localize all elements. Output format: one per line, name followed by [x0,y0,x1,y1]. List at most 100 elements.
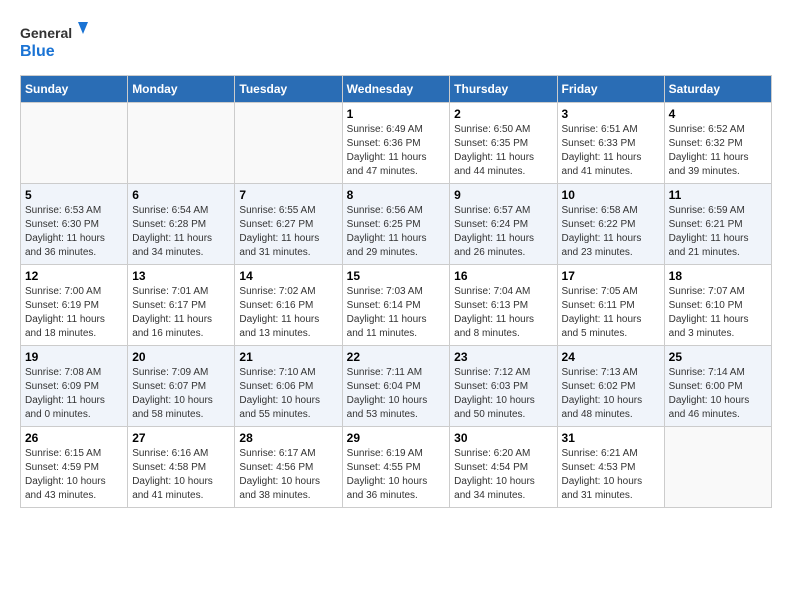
page-header: General Blue [20,20,772,65]
header-day: Thursday [450,76,557,103]
day-number: 25 [669,350,767,364]
calendar-cell: 6 Sunrise: 6:54 AM Sunset: 6:28 PM Daylig… [128,184,235,265]
day-info: Sunrise: 7:12 AM Sunset: 6:03 PM Dayligh… [454,366,552,422]
calendar-cell: 14Sunrise: 7:02 AM Sunset: 6:16 PM Dayli… [235,265,342,346]
day-info: Sunrise: 6:52 AM Sunset: 6:32 PM Dayligh… [669,123,767,179]
svg-text:General: General [20,25,72,41]
calendar-week-row: 1 Sunrise: 6:49 AM Sunset: 6:36 PM Daylig… [21,103,772,184]
day-number: 30 [454,431,552,445]
day-info: Sunrise: 6:55 AM Sunset: 6:27 PM Dayligh… [239,204,337,260]
day-number: 4 [669,107,767,121]
svg-text:Blue: Blue [20,43,55,60]
calendar-cell: 4 Sunrise: 6:52 AM Sunset: 6:32 PM Daylig… [664,103,771,184]
calendar-cell [235,103,342,184]
calendar-cell: 26 Sunrise: 6:15 AM Sunset: 4:59 PM Dayli… [21,427,128,508]
calendar-cell: 21 Sunrise: 7:10 AM Sunset: 6:06 PM Dayli… [235,346,342,427]
calendar-cell: 24 Sunrise: 7:13 AM Sunset: 6:02 PM Dayli… [557,346,664,427]
day-number: 9 [454,188,552,202]
day-info: Sunrise: 7:04 AM Sunset: 6:13 PM Dayligh… [454,285,552,341]
day-number: 28 [239,431,337,445]
calendar-cell: 8 Sunrise: 6:56 AM Sunset: 6:25 PM Daylig… [342,184,450,265]
day-info: Sunrise: 6:50 AM Sunset: 6:35 PM Dayligh… [454,123,552,179]
day-number: 10 [562,188,660,202]
calendar-week-row: 12Sunrise: 7:00 AM Sunset: 6:19 PM Dayli… [21,265,772,346]
calendar-cell: 19Sunrise: 7:08 AM Sunset: 6:09 PM Dayli… [21,346,128,427]
calendar-cell: 28Sunrise: 6:17 AM Sunset: 4:56 PM Dayli… [235,427,342,508]
day-info: Sunrise: 7:02 AM Sunset: 6:16 PM Dayligh… [239,285,337,341]
day-info: Sunrise: 6:20 AM Sunset: 4:54 PM Dayligh… [454,447,552,503]
day-info: Sunrise: 6:51 AM Sunset: 6:33 PM Dayligh… [562,123,660,179]
calendar-cell: 23 Sunrise: 7:12 AM Sunset: 6:03 PM Dayli… [450,346,557,427]
day-info: Sunrise: 7:13 AM Sunset: 6:02 PM Dayligh… [562,366,660,422]
day-info: Sunrise: 6:21 AM Sunset: 4:53 PM Dayligh… [562,447,660,503]
day-number: 20 [132,350,230,364]
day-info: Sunrise: 7:07 AM Sunset: 6:10 PM Dayligh… [669,285,767,341]
calendar-cell: 13Sunrise: 7:01 AM Sunset: 6:17 PM Dayli… [128,265,235,346]
day-number: 11 [669,188,767,202]
day-number: 8 [347,188,446,202]
calendar-cell: 12Sunrise: 7:00 AM Sunset: 6:19 PM Dayli… [21,265,128,346]
calendar-table: SundayMondayTuesdayWednesdayThursdayFrid… [20,75,772,508]
calendar-cell: 25 Sunrise: 7:14 AM Sunset: 6:00 PM Dayli… [664,346,771,427]
day-number: 21 [239,350,337,364]
calendar-cell: 15 Sunrise: 7:03 AM Sunset: 6:14 PM Dayli… [342,265,450,346]
day-number: 16 [454,269,552,283]
day-number: 3 [562,107,660,121]
calendar-cell: 16 Sunrise: 7:04 AM Sunset: 6:13 PM Dayli… [450,265,557,346]
calendar-cell: 30 Sunrise: 6:20 AM Sunset: 4:54 PM Dayli… [450,427,557,508]
logo-svg: General Blue [20,20,90,65]
day-info: Sunrise: 6:56 AM Sunset: 6:25 PM Dayligh… [347,204,446,260]
day-number: 23 [454,350,552,364]
day-number: 22 [347,350,446,364]
header-row: SundayMondayTuesdayWednesdayThursdayFrid… [21,76,772,103]
calendar-cell: 18 Sunrise: 7:07 AM Sunset: 6:10 PM Dayli… [664,265,771,346]
calendar-cell: 1 Sunrise: 6:49 AM Sunset: 6:36 PM Daylig… [342,103,450,184]
day-number: 18 [669,269,767,283]
day-info: Sunrise: 6:58 AM Sunset: 6:22 PM Dayligh… [562,204,660,260]
day-info: Sunrise: 7:14 AM Sunset: 6:00 PM Dayligh… [669,366,767,422]
day-number: 26 [25,431,123,445]
calendar-cell: 10 Sunrise: 6:58 AM Sunset: 6:22 PM Dayli… [557,184,664,265]
day-number: 17 [562,269,660,283]
day-number: 13 [132,269,230,283]
day-info: Sunrise: 6:54 AM Sunset: 6:28 PM Dayligh… [132,204,230,260]
day-number: 7 [239,188,337,202]
calendar-cell: 27Sunrise: 6:16 AM Sunset: 4:58 PM Dayli… [128,427,235,508]
calendar-body: 1 Sunrise: 6:49 AM Sunset: 6:36 PM Daylig… [21,103,772,508]
day-info: Sunrise: 7:03 AM Sunset: 6:14 PM Dayligh… [347,285,446,341]
day-info: Sunrise: 6:57 AM Sunset: 6:24 PM Dayligh… [454,204,552,260]
calendar-cell: 17 Sunrise: 7:05 AM Sunset: 6:11 PM Dayli… [557,265,664,346]
calendar-cell: 11 Sunrise: 6:59 AM Sunset: 6:21 PM Dayli… [664,184,771,265]
calendar-cell: 9 Sunrise: 6:57 AM Sunset: 6:24 PM Daylig… [450,184,557,265]
day-number: 15 [347,269,446,283]
logo: General Blue [20,20,90,65]
day-number: 1 [347,107,446,121]
calendar-cell: 31 Sunrise: 6:21 AM Sunset: 4:53 PM Dayli… [557,427,664,508]
calendar-cell: 22 Sunrise: 7:11 AM Sunset: 6:04 PM Dayli… [342,346,450,427]
day-number: 6 [132,188,230,202]
day-number: 12 [25,269,123,283]
calendar-cell: 29Sunrise: 6:19 AM Sunset: 4:55 PM Dayli… [342,427,450,508]
day-info: Sunrise: 6:59 AM Sunset: 6:21 PM Dayligh… [669,204,767,260]
calendar-header: SundayMondayTuesdayWednesdayThursdayFrid… [21,76,772,103]
calendar-cell [128,103,235,184]
day-info: Sunrise: 7:05 AM Sunset: 6:11 PM Dayligh… [562,285,660,341]
header-day: Wednesday [342,76,450,103]
header-day: Friday [557,76,664,103]
calendar-cell: 20 Sunrise: 7:09 AM Sunset: 6:07 PM Dayli… [128,346,235,427]
day-number: 19 [25,350,123,364]
day-info: Sunrise: 6:19 AM Sunset: 4:55 PM Dayligh… [347,447,446,503]
day-number: 24 [562,350,660,364]
calendar-week-row: 19Sunrise: 7:08 AM Sunset: 6:09 PM Dayli… [21,346,772,427]
calendar-cell [21,103,128,184]
header-day: Saturday [664,76,771,103]
day-info: Sunrise: 6:15 AM Sunset: 4:59 PM Dayligh… [25,447,123,503]
calendar-week-row: 26 Sunrise: 6:15 AM Sunset: 4:59 PM Dayli… [21,427,772,508]
day-info: Sunrise: 7:11 AM Sunset: 6:04 PM Dayligh… [347,366,446,422]
day-info: Sunrise: 7:09 AM Sunset: 6:07 PM Dayligh… [132,366,230,422]
day-number: 5 [25,188,123,202]
day-info: Sunrise: 6:16 AM Sunset: 4:58 PM Dayligh… [132,447,230,503]
day-number: 31 [562,431,660,445]
day-info: Sunrise: 6:49 AM Sunset: 6:36 PM Dayligh… [347,123,446,179]
day-info: Sunrise: 7:10 AM Sunset: 6:06 PM Dayligh… [239,366,337,422]
